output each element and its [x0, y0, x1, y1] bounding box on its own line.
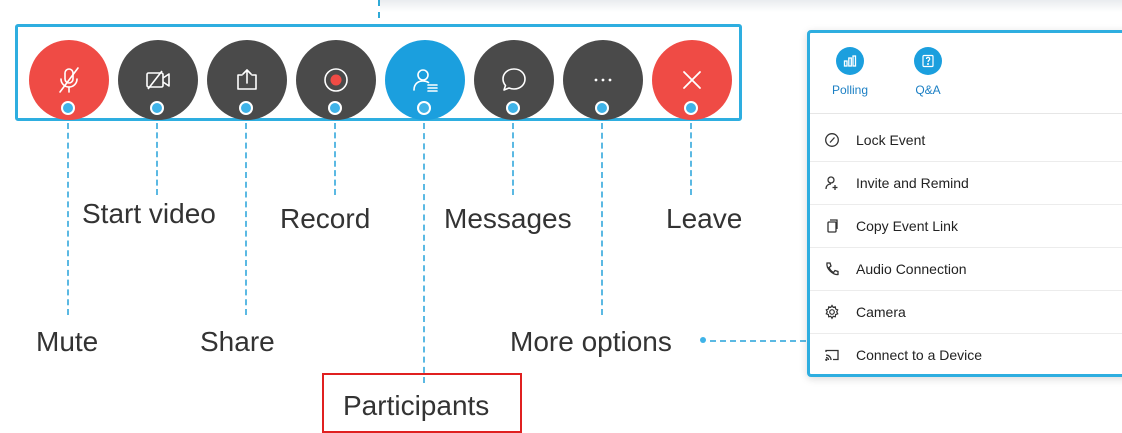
ellipsis-icon: [594, 78, 612, 82]
meeting-toolbar: [15, 24, 742, 121]
qa-icon: [914, 47, 942, 75]
menu-item-lock-event[interactable]: Lock Event: [810, 119, 1122, 162]
polling-icon: [836, 47, 864, 75]
video-off-icon: [146, 70, 170, 90]
leave-callout-dot: [684, 101, 698, 115]
more-options-panel: Polling Q&A Lock Event Invite and Remind…: [807, 30, 1122, 377]
polling-label: Polling: [831, 83, 869, 97]
menu-item-copy-event-link[interactable]: Copy Event Link: [810, 205, 1122, 248]
participants-icon: [413, 69, 438, 92]
start-video-callout-dot: [150, 101, 164, 115]
menu-item-connect-to-a-device[interactable]: Connect to a Device: [810, 334, 1122, 376]
share-callout-dot: [239, 101, 253, 115]
record-callout-dot: [328, 101, 342, 115]
more-options-pointer-line: [710, 340, 806, 342]
menu-item-invite-and-remind[interactable]: Invite and Remind: [810, 162, 1122, 205]
mute-callout-line: [67, 123, 69, 315]
messages-label: Messages: [444, 203, 572, 234]
top-shadow: [380, 0, 1122, 12]
messages-callout-line: [512, 123, 514, 195]
participants-callout-line: [423, 123, 425, 383]
menu-item-label: Audio Connection: [856, 261, 967, 277]
copy-icon: [822, 218, 842, 234]
start-video-callout-line: [156, 123, 158, 195]
menu-item-label: Connect to a Device: [856, 347, 983, 363]
share-callout-line: [245, 123, 247, 315]
qa-button[interactable]: Q&A: [898, 47, 958, 97]
menu-item-camera[interactable]: Camera: [810, 291, 1122, 334]
more-options-callout-line: [601, 123, 603, 315]
mute-label: Mute: [36, 326, 99, 357]
phone-icon: [822, 261, 842, 277]
record-icon: [324, 68, 348, 92]
more-options-label: More options: [510, 326, 672, 357]
more-options-pointer-dot: [700, 337, 706, 343]
menu-item-label: Lock Event: [856, 132, 926, 148]
gear-icon: [822, 304, 842, 320]
menu-item-label: Copy Event Link: [856, 218, 958, 234]
top-connector-line: [378, 0, 380, 18]
qa-label: Q&A: [915, 83, 941, 97]
share-label: Share: [200, 326, 275, 357]
chat-bubble-icon: [502, 68, 526, 91]
leave-label: Leave: [666, 203, 743, 234]
panel-top-actions: Polling Q&A: [810, 33, 1122, 114]
participants-callout-dot: [417, 101, 431, 115]
start-video-label: Start video: [82, 198, 216, 229]
leave-callout-line: [690, 123, 692, 195]
record-label: Record: [280, 203, 371, 234]
participants-label: Participants: [343, 390, 490, 421]
lock-icon: [822, 132, 842, 148]
record-callout-line: [334, 123, 336, 195]
cast-icon: [822, 347, 842, 363]
menu-item-label: Camera: [856, 304, 906, 320]
polling-button[interactable]: Polling: [820, 47, 880, 97]
invite-user-icon: [822, 175, 842, 191]
close-icon: [683, 71, 701, 89]
menu-item-audio-connection[interactable]: Audio Connection: [810, 248, 1122, 291]
mute-callout-dot: [61, 101, 75, 115]
microphone-muted-icon: [59, 67, 79, 93]
messages-callout-dot: [506, 101, 520, 115]
menu-item-label: Invite and Remind: [856, 175, 969, 191]
share-icon: [237, 69, 257, 90]
more-options-callout-dot: [595, 101, 609, 115]
